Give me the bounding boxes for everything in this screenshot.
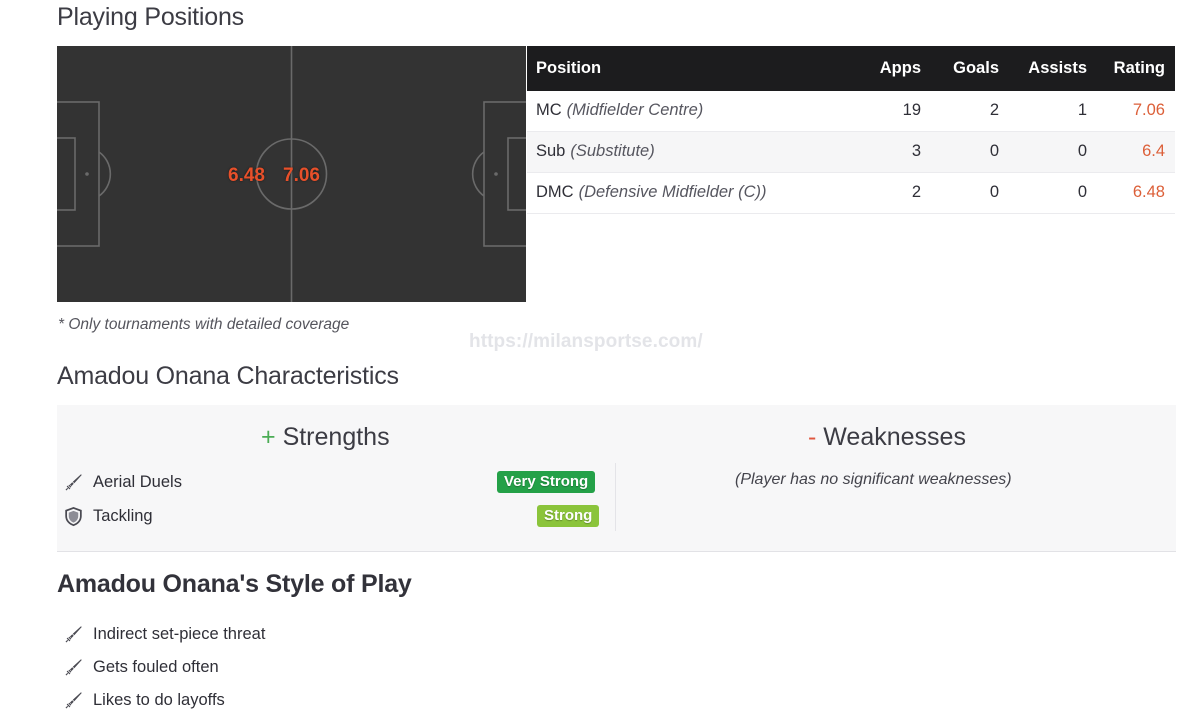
- plus-icon: +: [261, 423, 276, 451]
- characteristics-heading: Amadou Onana Characteristics: [57, 362, 399, 390]
- player-profile-page: Playing Positions 6.48 7.06 * Only tourn…: [0, 0, 1200, 720]
- column-header-goals[interactable]: Goals: [927, 46, 1005, 91]
- cell-apps: 3: [839, 131, 927, 173]
- coverage-footnote: * Only tournaments with detailed coverag…: [58, 316, 350, 333]
- strength-label: Aerial Duels: [93, 473, 182, 491]
- style-of-play-list: Indirect set-piece threat Gets fouled of…: [62, 618, 265, 717]
- table-body: MC (Midfielder Centre) 19 2 1 7.06 Sub (Su…: [527, 91, 1175, 214]
- cell-apps: 2: [839, 172, 927, 214]
- playing-positions-table: Position Apps Goals Assists Rating MC (Mi…: [527, 46, 1175, 214]
- cell-rating: 6.4: [1093, 131, 1175, 173]
- position-full: (Defensive Midfielder (C)): [578, 183, 767, 201]
- minus-icon: -: [808, 423, 817, 451]
- strengths-title: + Strengths: [261, 423, 390, 452]
- position-abbr: MC: [536, 101, 562, 119]
- style-item[interactable]: Indirect set-piece threat: [62, 618, 265, 651]
- strength-label: Tackling: [93, 507, 153, 525]
- strength-badge: Very Strong: [497, 471, 596, 493]
- cell-assists: 0: [1005, 172, 1093, 214]
- characteristics-bottom-divider: [57, 551, 1176, 552]
- position-full: (Midfielder Centre): [566, 101, 704, 119]
- weaknesses-empty-message: (Player has no significant weaknesses): [735, 471, 1012, 488]
- cell-apps: 19: [839, 91, 927, 132]
- position-abbr: DMC: [536, 183, 574, 201]
- site-watermark: https://milansportse.com/: [469, 331, 703, 352]
- style-item[interactable]: Gets fouled often: [62, 651, 265, 684]
- column-header-apps[interactable]: Apps: [839, 46, 927, 91]
- cell-position: Sub (Substitute): [527, 131, 839, 173]
- pitch-rating-dmc: 6.48: [228, 165, 265, 186]
- sword-icon: [62, 656, 85, 679]
- cell-goals: 0: [927, 131, 1005, 173]
- cell-rating: 7.06: [1093, 91, 1175, 132]
- column-header-rating[interactable]: Rating: [1093, 46, 1175, 91]
- position-full: (Substitute): [570, 142, 655, 160]
- cell-assists: 0: [1005, 131, 1093, 173]
- table-row: MC (Midfielder Centre) 19 2 1 7.06: [527, 91, 1175, 132]
- shield-icon: [62, 505, 85, 528]
- strength-item-aerial-duels[interactable]: Aerial Duels: [62, 471, 182, 494]
- playing-positions-heading: Playing Positions: [57, 3, 244, 31]
- characteristics-vertical-divider: [615, 463, 616, 531]
- cell-position: DMC (Defensive Midfielder (C)): [527, 172, 839, 214]
- style-of-play-heading: Amadou Onana's Style of Play: [57, 570, 412, 598]
- strengths-label: Strengths: [282, 423, 390, 451]
- football-pitch-graphic: 6.48 7.06: [57, 46, 526, 302]
- table-row: DMC (Defensive Midfielder (C)) 2 0 0 6.48: [527, 172, 1175, 214]
- sword-icon: [62, 689, 85, 712]
- style-label: Gets fouled often: [93, 658, 219, 676]
- style-item[interactable]: Likes to do layoffs: [62, 684, 265, 717]
- cell-goals: 0: [927, 172, 1005, 214]
- sword-icon: [62, 471, 85, 494]
- strength-badge: Strong: [537, 505, 600, 527]
- pitch-rating-mc: 7.06: [283, 165, 320, 186]
- weaknesses-title: - Weaknesses: [808, 423, 966, 452]
- cell-assists: 1: [1005, 91, 1093, 132]
- style-label: Indirect set-piece threat: [93, 625, 266, 643]
- sword-icon: [62, 623, 85, 646]
- table-row: Sub (Substitute) 3 0 0 6.4: [527, 131, 1175, 173]
- table-header-row: Position Apps Goals Assists Rating: [527, 46, 1175, 91]
- table-header: Position Apps Goals Assists Rating: [527, 46, 1175, 91]
- weaknesses-label: Weaknesses: [823, 423, 966, 451]
- cell-position: MC (Midfielder Centre): [527, 91, 839, 132]
- strength-item-tackling[interactable]: Tackling: [62, 505, 153, 528]
- style-label: Likes to do layoffs: [93, 691, 225, 709]
- cell-goals: 2: [927, 91, 1005, 132]
- cell-rating: 6.48: [1093, 172, 1175, 214]
- column-header-position[interactable]: Position: [527, 46, 839, 91]
- position-abbr: Sub: [536, 142, 566, 160]
- column-header-assists[interactable]: Assists: [1005, 46, 1093, 91]
